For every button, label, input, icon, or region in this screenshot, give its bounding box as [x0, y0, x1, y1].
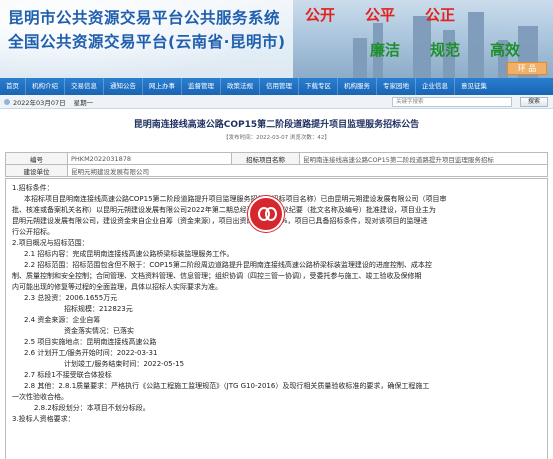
slogan-just: 公正 [425, 6, 456, 24]
calendar-icon [4, 98, 10, 105]
nav-item-agency[interactable]: 机构服务 [338, 78, 377, 95]
paragraph-line: 2.2 招标范围：招标范围包含但不限于：COP15第二阶段周边道路提升昆明南连接… [24, 261, 432, 269]
nav-item-credit[interactable]: 信用管理 [260, 78, 299, 95]
paragraph-line: 2.4 资金来源：企业自筹 [24, 316, 101, 324]
info-bar: 2022年03月07日 星期一 关键字搜索 搜索 [0, 95, 553, 109]
paragraph-line: 一次性验收合格。 [12, 393, 68, 401]
paragraph-line: 招标规模：212823元 [64, 305, 133, 313]
code-value: PHKM2022031878 [67, 152, 232, 165]
section-heading: 1.招标条件： [12, 184, 54, 192]
paragraph-line: 制、质量控制和安全控制；合同管理、文档资料管理、信息管理；组织协调（四控三管一协… [12, 272, 422, 280]
nav-item-notices[interactable]: 通知公告 [104, 78, 143, 95]
unit-value: 昆明元朔建设发展有限公司 [67, 164, 548, 177]
main-nav: 首页 机构介绍 交易信息 通知公告 网上办事 监督管理 政策法规 信用管理 下载… [0, 78, 553, 95]
project-name-value: 昆明南连接线高速公路COP15第二阶段道路提升项目监理服务招标 [299, 152, 548, 165]
table-row: 编号 PHKM2022031878 招标项目名称 昆明南连接线高速公路COP15… [5, 152, 548, 165]
site-title: 昆明市公共资源交易平台公共服务系统 [8, 9, 281, 27]
nav-item-about[interactable]: 机构介绍 [26, 78, 65, 95]
nav-item-home[interactable]: 首页 [0, 78, 26, 95]
page-title: 昆明南连接线高速公路COP15第二阶段道路提升项目监理服务招标公告 [133, 120, 420, 130]
section-heading: 3.投标人资格要求： [12, 415, 75, 423]
paragraph-line: 2.8 其他：2.8.1质量要求：严格执行《公路工程施工监理规范》（JTG G1… [24, 382, 430, 390]
floating-logo-icon[interactable] [248, 196, 284, 232]
current-date: 2022年03月07日 [13, 98, 66, 107]
nav-item-enterprise[interactable]: 企业信息 [416, 78, 455, 95]
section-heading: 2.项目概况与招标范围： [12, 239, 89, 247]
slogan-open: 公开 [305, 6, 336, 24]
slogan-clean: 廉洁 [370, 41, 401, 59]
article-meta: 【发布时间：2022-03-07 浏览次数：42】 [223, 135, 330, 141]
site-banner: 昆明市公共资源交易平台公共服务系统 全国公共资源交易平台(云南省·昆明市) 公开… [0, 0, 553, 78]
site-subtitle: 全国公共资源交易平台(云南省·昆明市) [8, 33, 286, 51]
unit-label: 建设单位 [5, 164, 68, 177]
nav-item-experts[interactable]: 专家园地 [377, 78, 416, 95]
slogan-efficient: 高效 [490, 41, 521, 59]
paragraph-line: 计划竣工/服务结束时间：2022-05-15 [64, 360, 185, 368]
paragraph-line: 2.6 计划开工/服务开始时间：2022-03-31 [24, 349, 158, 357]
project-name-label: 招标项目名称 [231, 152, 300, 165]
nav-item-trading-info[interactable]: 交易信息 [65, 78, 104, 95]
current-weekday: 星期一 [73, 98, 94, 107]
paragraph-line: 2.1 招标内容：完成昆明南连接线高速公路桥梁标装监理服务工作。 [24, 250, 234, 258]
project-info-table: 编号 PHKM2022031878 招标项目名称 昆明南连接线高速公路COP15… [5, 152, 548, 177]
paragraph-line: 行公开招标。 [12, 228, 54, 236]
paragraph-line: 资金落实情况：已落实 [64, 327, 134, 335]
slogan-fair: 公平 [365, 6, 396, 24]
code-label: 编号 [5, 152, 68, 165]
paragraph-line: 2.7 标段1不接受联合体投标 [24, 371, 112, 379]
paragraph-line: 2.5 项目实施地点：昆明南连接线高速公路 [24, 338, 157, 346]
table-row: 建设单位 昆明元朔建设发展有限公司 [5, 164, 548, 177]
paragraph-line: 2.8.2标段划分：本项目不划分标段。 [34, 404, 150, 412]
search-button[interactable]: 搜索 [520, 97, 548, 107]
slogan-standard: 规范 [430, 41, 461, 59]
nav-item-policy[interactable]: 政策法规 [221, 78, 260, 95]
nav-item-online-service[interactable]: 网上办事 [143, 78, 182, 95]
nav-item-supervision[interactable]: 监督管理 [182, 78, 221, 95]
search-input[interactable]: 关键字搜索 [392, 97, 512, 107]
nav-item-downloads[interactable]: 下载专区 [299, 78, 338, 95]
nav-item-feedback[interactable]: 意见征集 [455, 78, 493, 95]
paragraph-line: 2.3 总投资：2006.1655万元 [24, 294, 118, 302]
environment-badge: 环 品 [507, 62, 547, 75]
paragraph-line: 内可能出现的修复等过程的全面监理，具体以招标人实际要求为准。 [12, 283, 222, 291]
